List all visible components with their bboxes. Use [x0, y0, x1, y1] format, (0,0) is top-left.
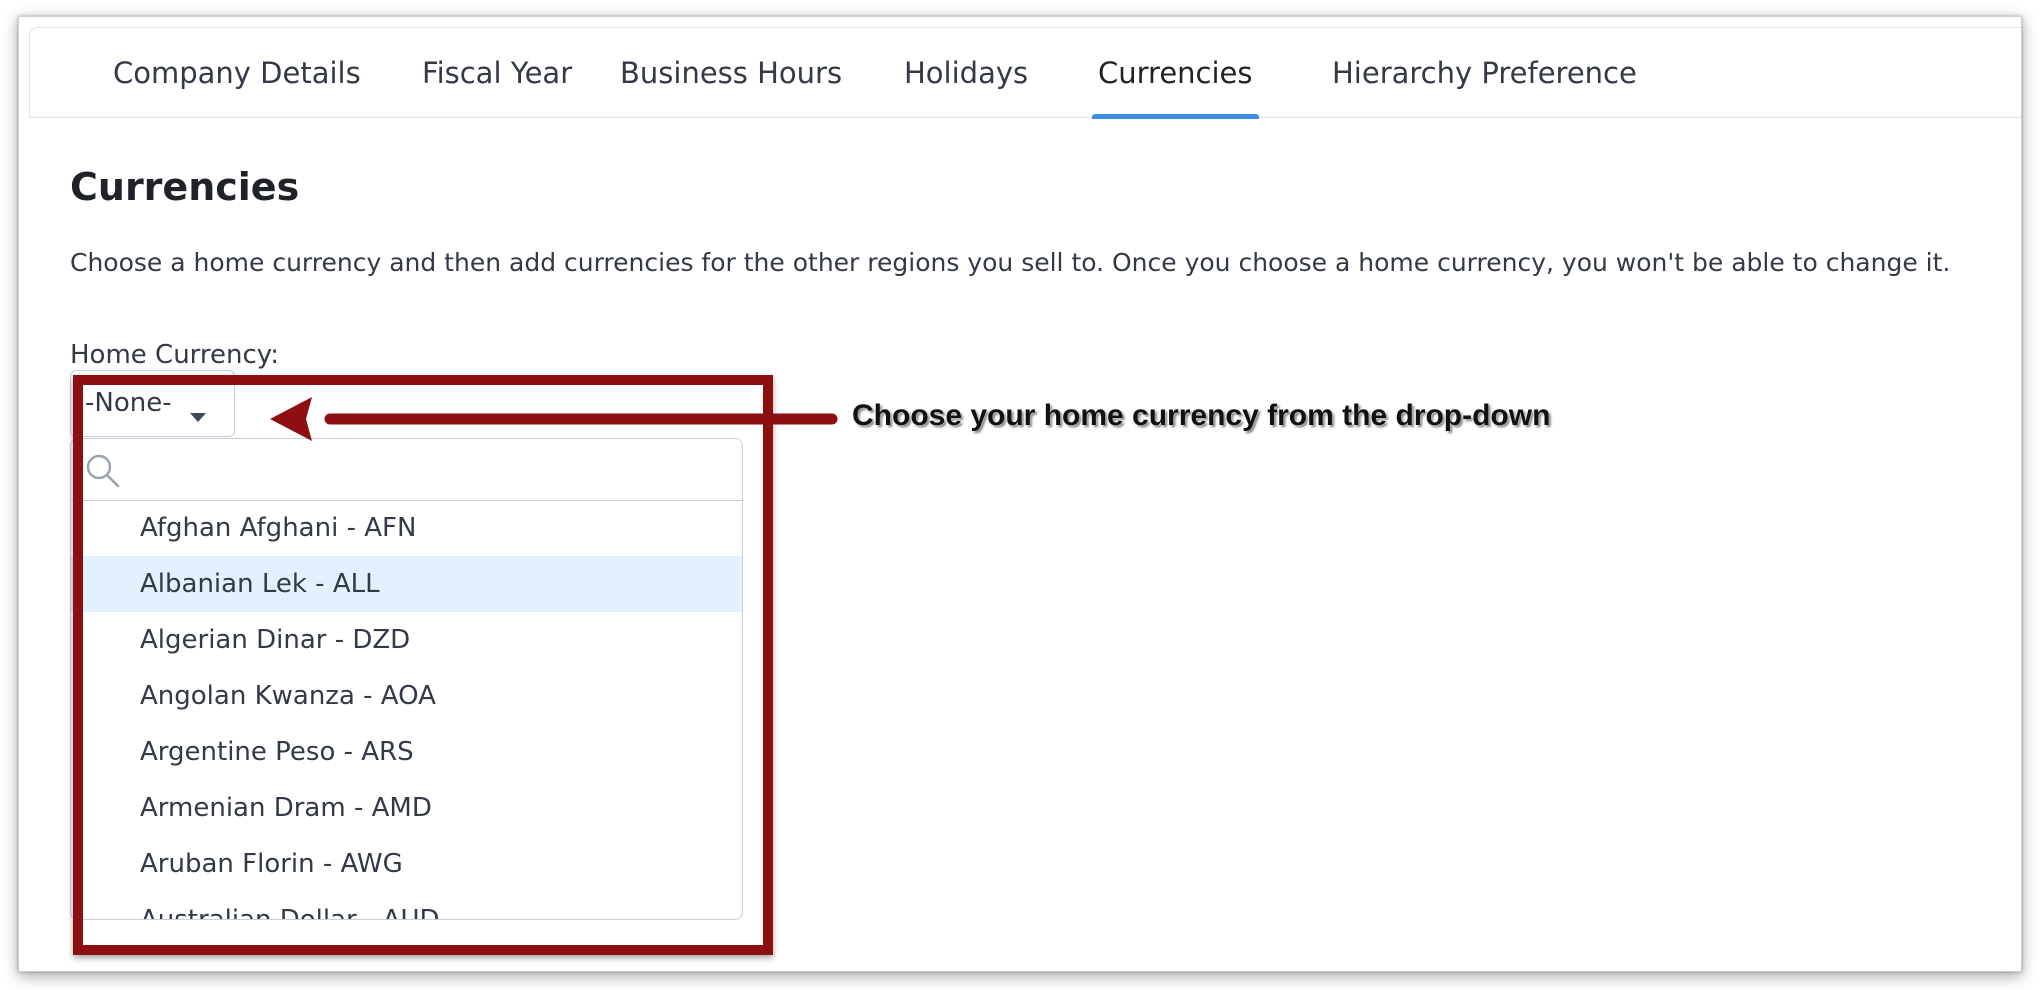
annotation-callout: Choose your home currency from the drop-…	[852, 399, 1551, 432]
annotation-arrow-icon	[270, 397, 838, 441]
